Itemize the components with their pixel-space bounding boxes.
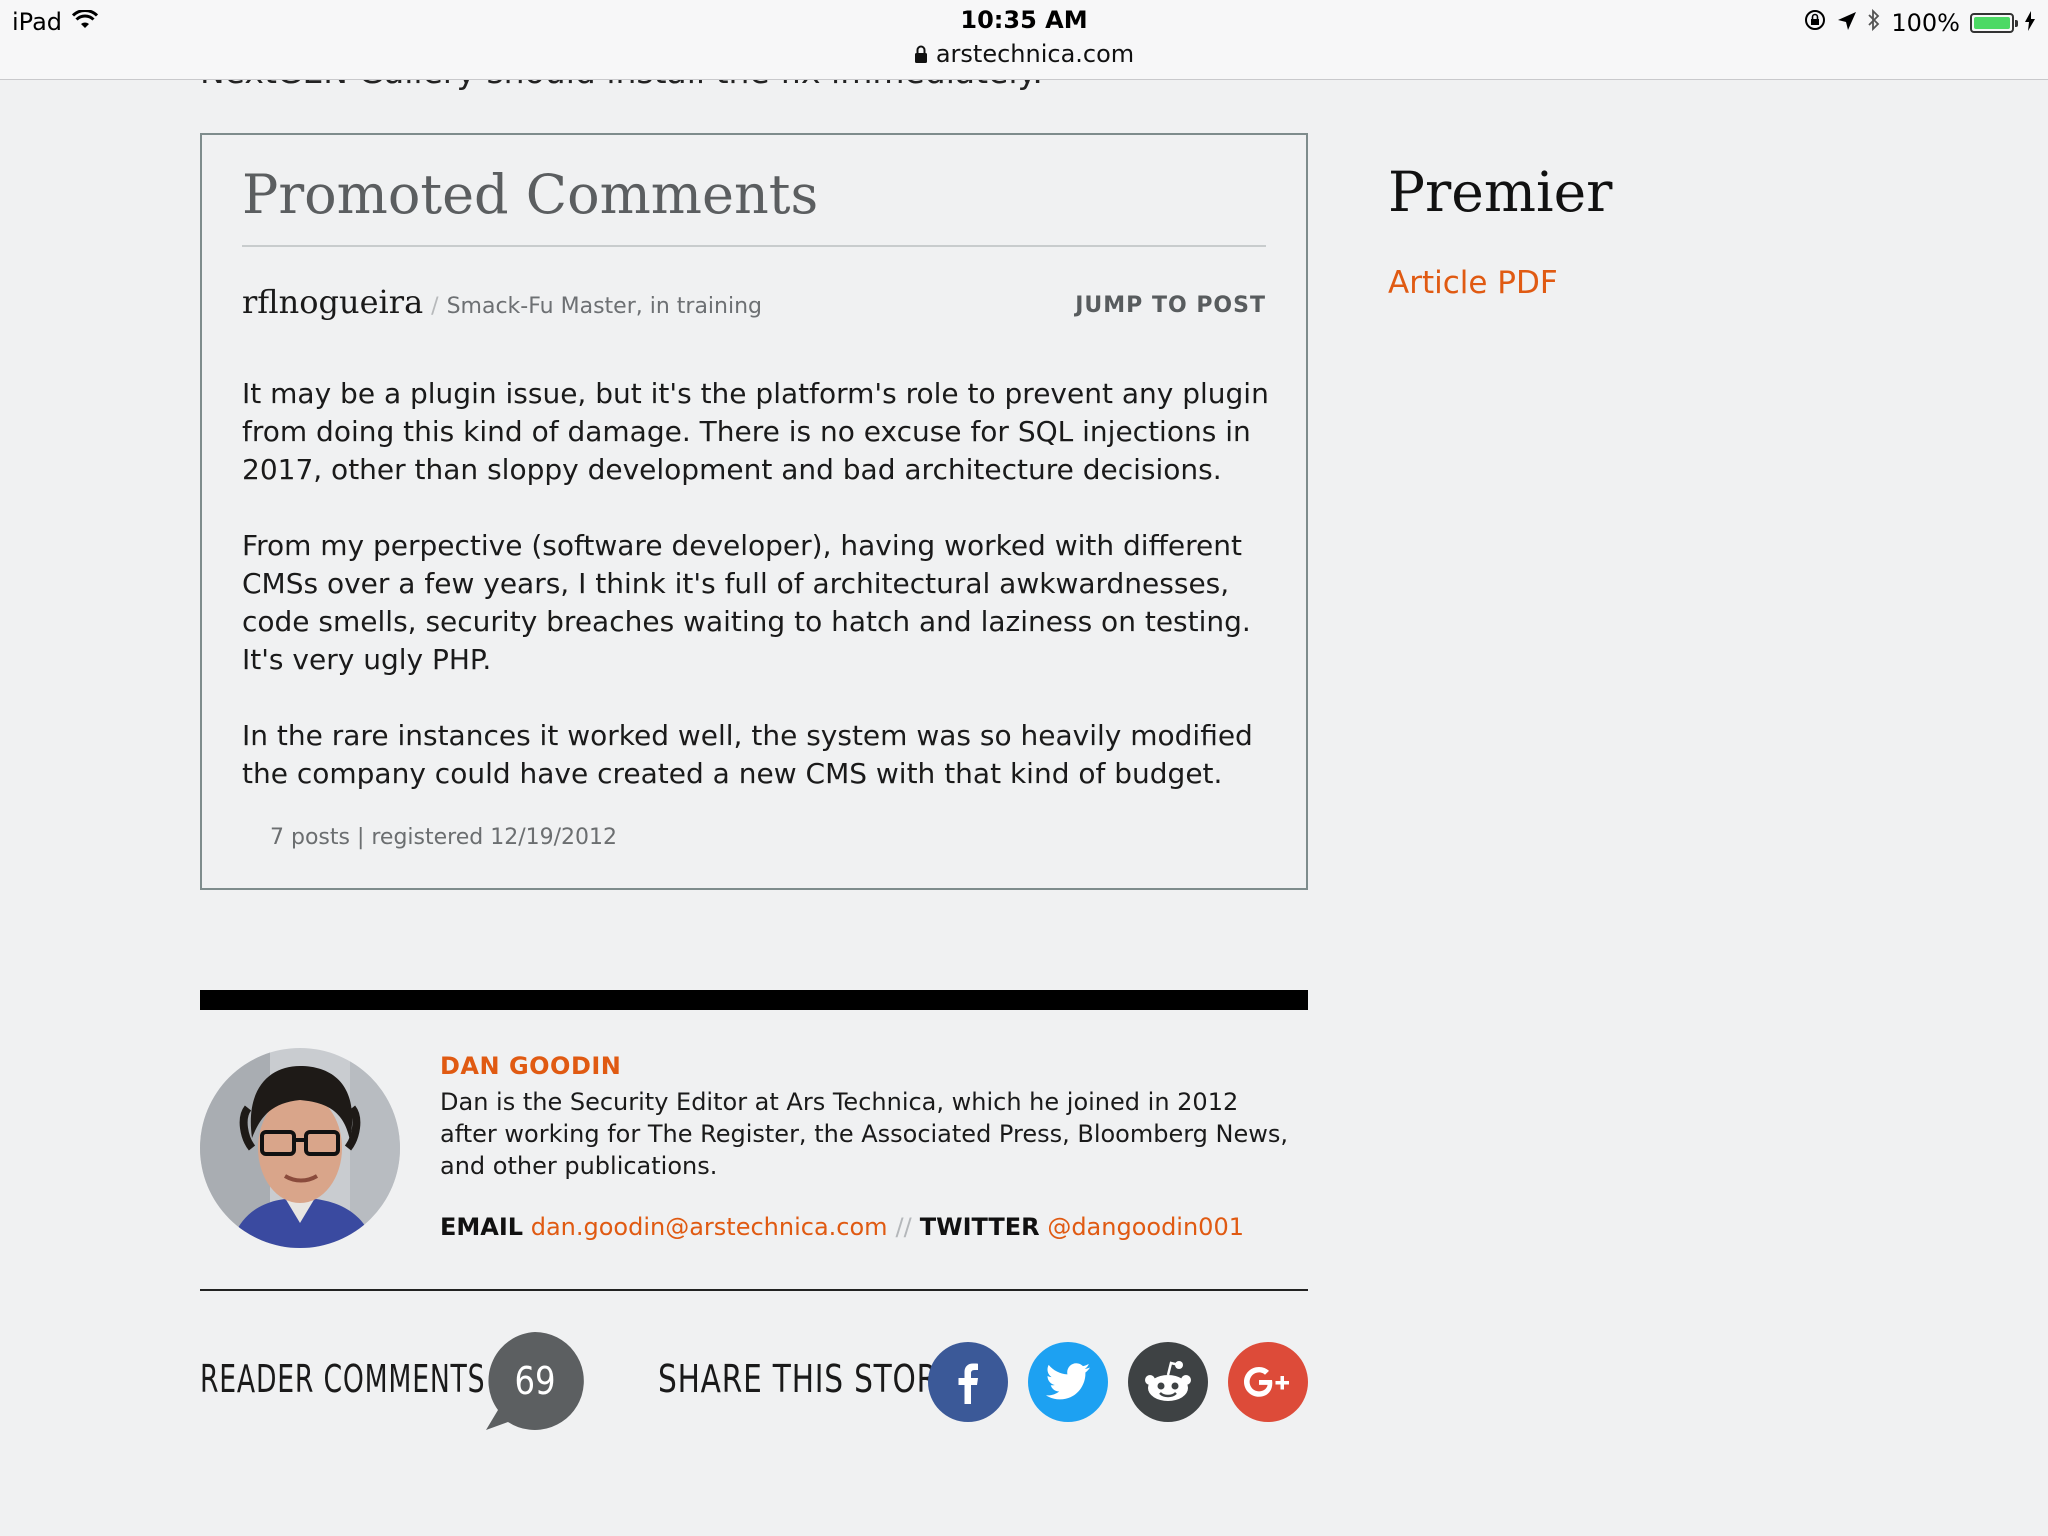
reddit-share-button[interactable] bbox=[1128, 1342, 1208, 1422]
battery-percent: 100% bbox=[1891, 9, 1960, 37]
twitter-label: TWITTER bbox=[919, 1213, 1040, 1241]
sidebar-heading: Premier bbox=[1388, 160, 1613, 224]
battery-icon bbox=[1970, 13, 2018, 33]
share-story-label: SHARE THIS STORY bbox=[658, 1357, 956, 1401]
divider bbox=[200, 1289, 1308, 1291]
email-label: EMAIL bbox=[440, 1213, 524, 1241]
promoted-comments-box: Promoted Comments rflnogueira / Smack-Fu… bbox=[200, 133, 1308, 890]
status-bar: iPad 10:35 AM arstechnica.com 100% bbox=[0, 0, 2048, 80]
jump-to-post-link[interactable]: JUMP TO POST bbox=[1075, 293, 1266, 318]
facebook-share-button[interactable] bbox=[928, 1342, 1008, 1422]
author-bio: Dan is the Security Editor at Ars Techni… bbox=[440, 1088, 1289, 1180]
comment-body: It may be a plugin issue, but it's the p… bbox=[242, 375, 1282, 831]
twitter-share-button[interactable] bbox=[1028, 1342, 1108, 1422]
facebook-icon bbox=[958, 1363, 978, 1404]
bluetooth-icon bbox=[1867, 8, 1881, 38]
comment-paragraph: From my perpective (software developer),… bbox=[242, 529, 1251, 676]
commenter-name[interactable]: rflnogueira bbox=[242, 283, 423, 321]
charging-icon bbox=[2024, 9, 2036, 37]
comment-count[interactable]: 69 bbox=[492, 1330, 579, 1432]
status-right: 100% bbox=[1803, 8, 2036, 38]
lock-icon bbox=[914, 41, 928, 69]
promoted-comments-title: Promoted Comments bbox=[242, 163, 819, 226]
author-contact: EMAIL dan.goodin@arstechnica.com//TWITTE… bbox=[440, 1213, 1244, 1241]
commenter-separator: / bbox=[431, 294, 439, 319]
status-time: 10:35 AM bbox=[960, 6, 1088, 34]
orientation-lock-icon bbox=[1803, 8, 1827, 38]
divider bbox=[242, 245, 1266, 247]
commenter-post-meta: 7 posts | registered 12/19/2012 bbox=[270, 825, 618, 850]
twitter-icon bbox=[1046, 1363, 1090, 1400]
commenter-rank: Smack-Fu Master, in training bbox=[446, 294, 763, 319]
author-section-bar bbox=[200, 990, 1308, 1010]
author-avatar bbox=[200, 1048, 400, 1248]
comment-paragraph: It may be a plugin issue, but it's the p… bbox=[242, 377, 1269, 486]
reader-comments-label[interactable]: READER COMMENTS bbox=[200, 1357, 485, 1401]
article-pdf-link[interactable]: Article PDF bbox=[1388, 265, 1558, 301]
location-icon bbox=[1837, 9, 1857, 37]
author-name[interactable]: DAN GOODIN bbox=[440, 1052, 621, 1080]
commenter-header: rflnogueira / Smack-Fu Master, in traini… bbox=[242, 283, 762, 321]
contact-divider: // bbox=[895, 1213, 912, 1241]
url-text: arstechnica.com bbox=[935, 40, 1135, 68]
reddit-icon bbox=[1145, 1361, 1191, 1401]
author-twitter-link[interactable]: @dangoodin001 bbox=[1047, 1213, 1244, 1241]
google-plus-icon bbox=[1244, 1367, 1289, 1397]
comment-paragraph: In the rare instances it worked well, th… bbox=[242, 719, 1253, 790]
google-plus-share-button[interactable] bbox=[1228, 1342, 1308, 1422]
address-bar[interactable]: arstechnica.com bbox=[0, 40, 2048, 69]
author-email-link[interactable]: dan.goodin@arstechnica.com bbox=[531, 1213, 888, 1241]
